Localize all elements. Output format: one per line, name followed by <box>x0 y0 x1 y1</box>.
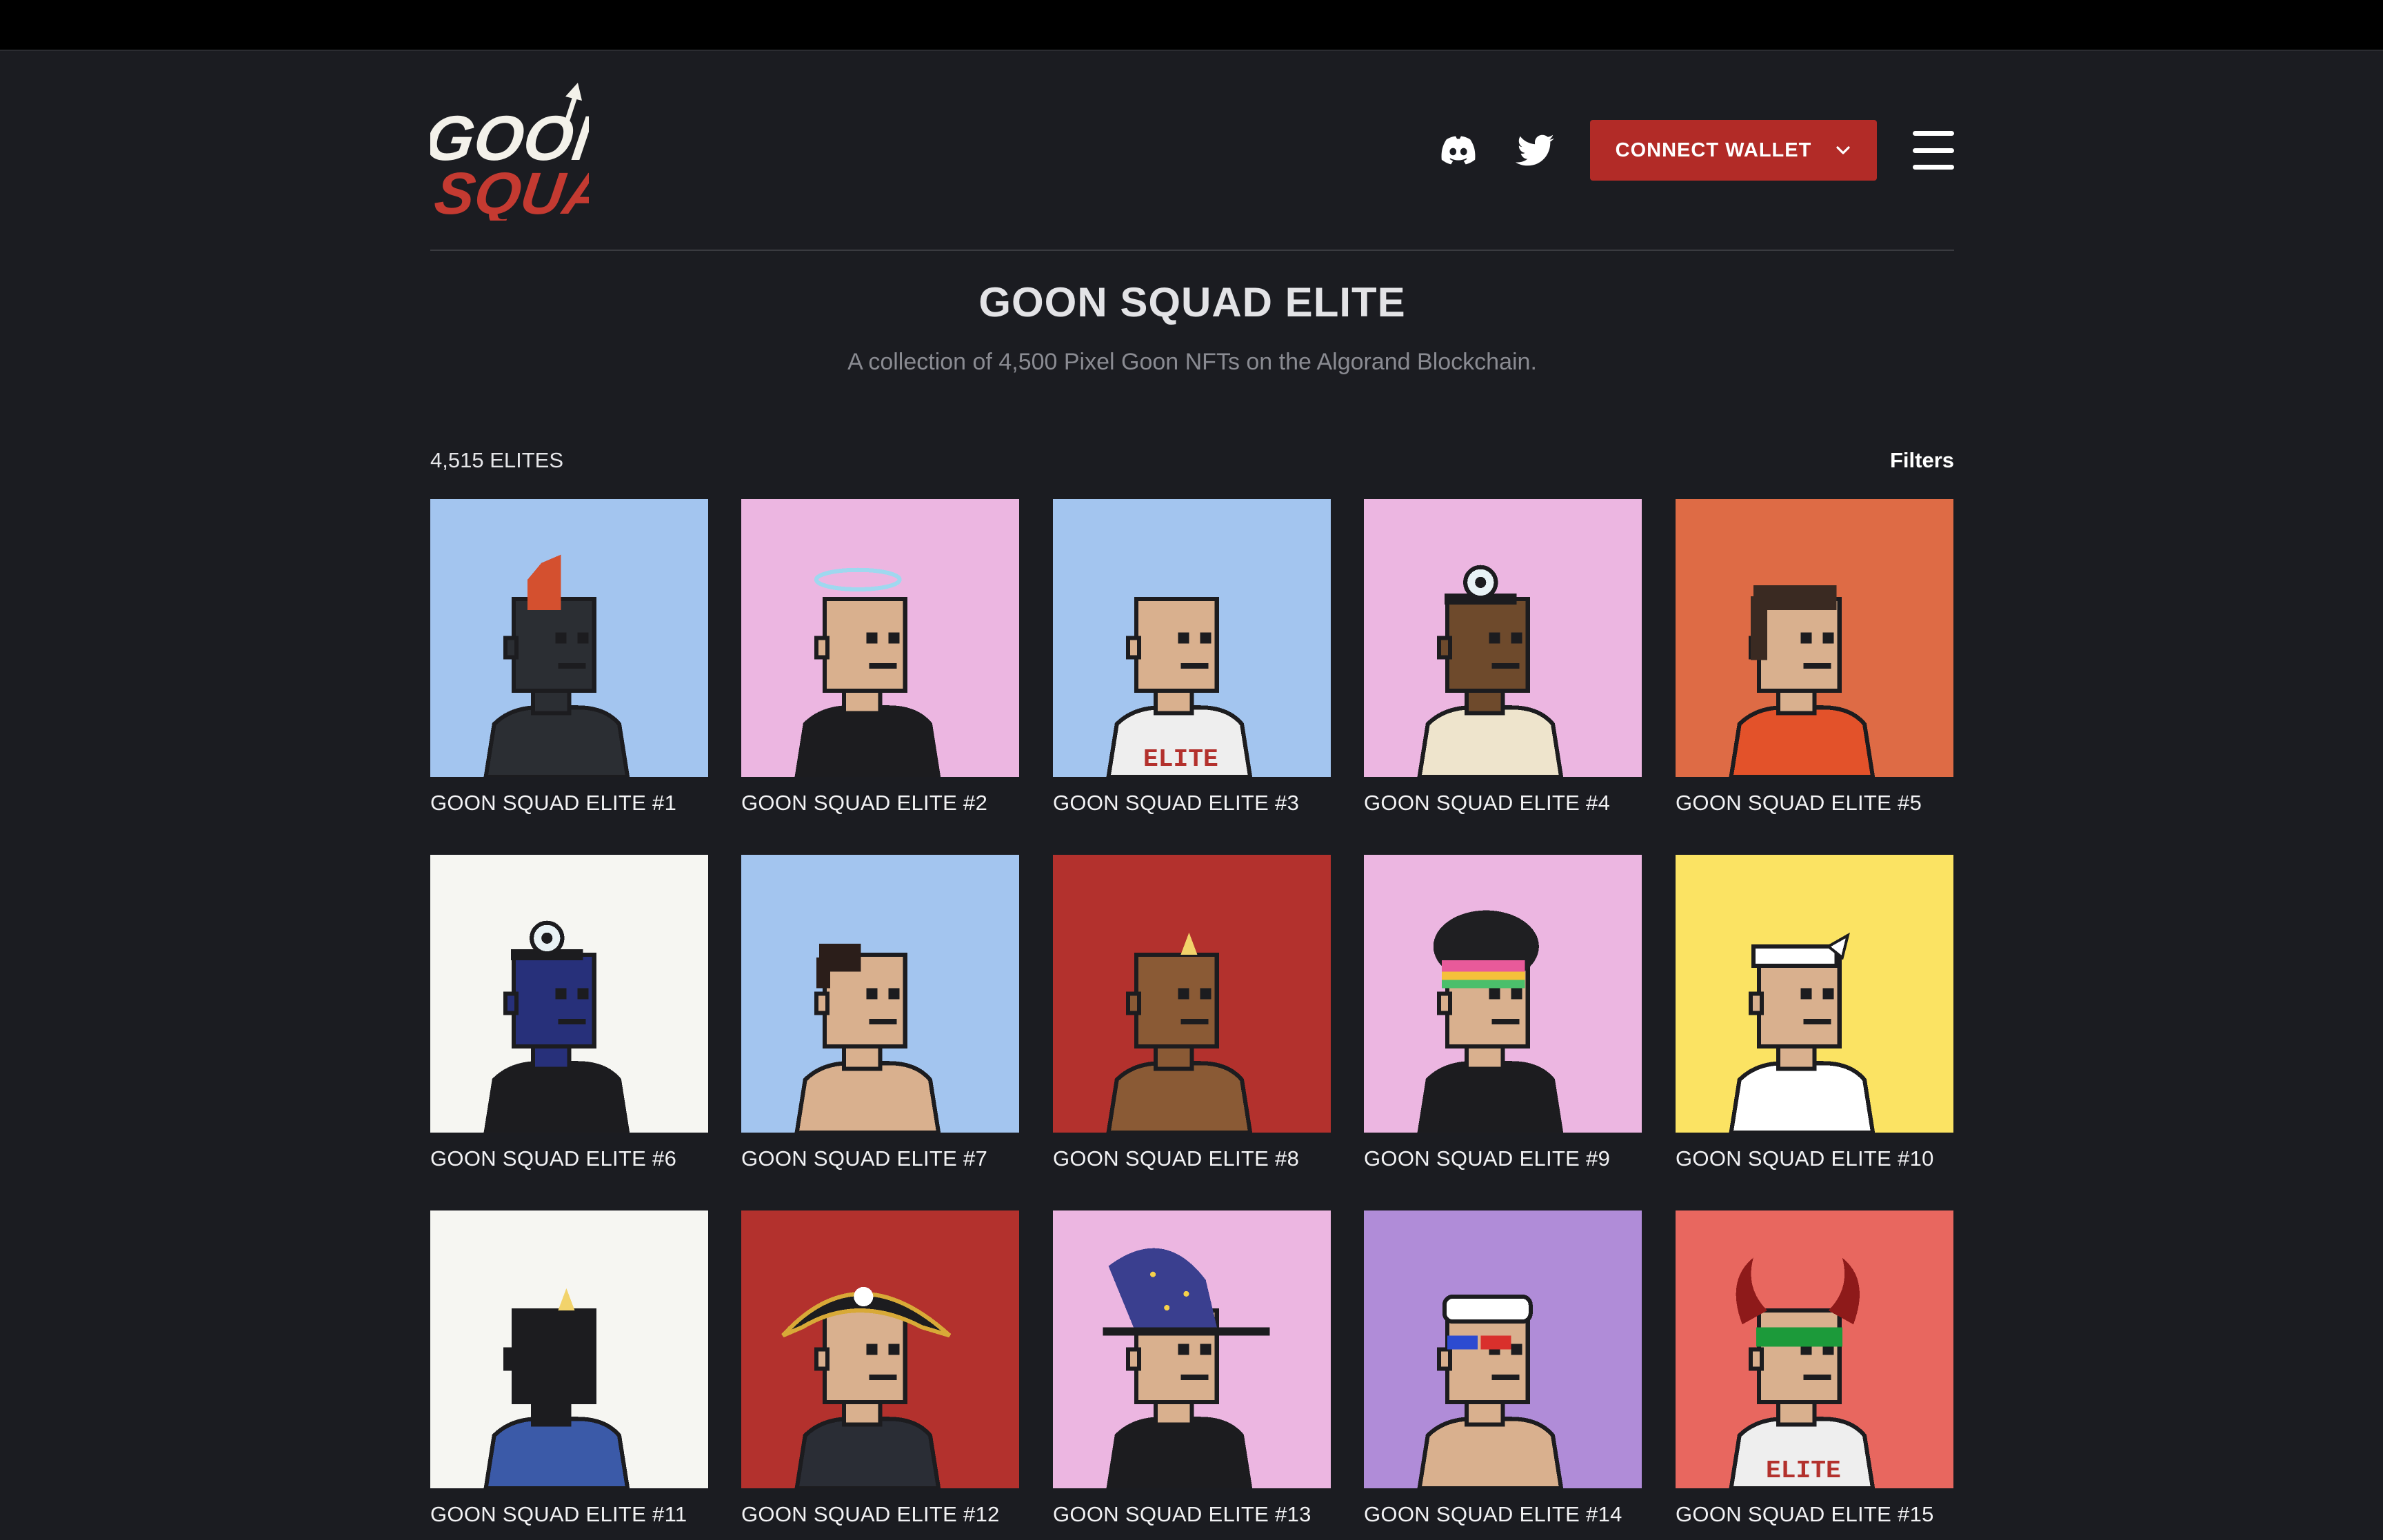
nft-card[interactable]: GOON SQUAD ELITE #10 <box>1676 855 1953 1171</box>
nft-card[interactable]: GOON SQUAD ELITE #11 <box>430 1210 708 1527</box>
nft-name: GOON SQUAD ELITE #12 <box>741 1502 1000 1526</box>
connect-wallet-label: CONNECT WALLET <box>1615 139 1812 161</box>
nft-name: GOON SQUAD ELITE #1 <box>430 791 677 815</box>
nft-image[interactable] <box>430 499 708 777</box>
nft-name: GOON SQUAD ELITE #13 <box>1053 1502 1311 1526</box>
nft-name: GOON SQUAD ELITE #3 <box>1053 791 1300 815</box>
nft-name: GOON SQUAD ELITE #4 <box>1364 791 1611 815</box>
nft-name: GOON SQUAD ELITE #14 <box>1364 1502 1622 1526</box>
nft-image[interactable] <box>430 855 708 1133</box>
nft-name: GOON SQUAD ELITE #2 <box>741 791 988 815</box>
nft-image[interactable] <box>741 499 1019 777</box>
nft-name: GOON SQUAD ELITE #11 <box>430 1502 687 1526</box>
site-header: GOON SQUAD CONNECT WALLET <box>430 51 1954 251</box>
header-actions: CONNECT WALLET <box>1436 120 1954 181</box>
nft-image[interactable] <box>1364 855 1642 1133</box>
nft-card[interactable]: GOON SQUAD ELITE #12 <box>741 1210 1019 1527</box>
logo-word-bottom: SQUAD <box>431 161 589 221</box>
discord-icon <box>1441 136 1476 165</box>
nft-image[interactable] <box>430 1210 708 1488</box>
collection-toolbar: 4,515 ELITES Filters <box>430 441 1954 483</box>
nft-name: GOON SQUAD ELITE #5 <box>1676 791 1922 815</box>
nft-name: GOON SQUAD ELITE #6 <box>430 1146 677 1171</box>
nft-image[interactable] <box>741 855 1019 1133</box>
browser-top-bar <box>0 0 2383 51</box>
nft-name: GOON SQUAD ELITE #10 <box>1676 1146 1934 1171</box>
nft-image[interactable] <box>1676 499 1953 777</box>
goon-squad-logo[interactable]: GOON SQUAD <box>430 83 589 221</box>
nft-image[interactable] <box>741 1210 1019 1488</box>
twitter-link[interactable] <box>1513 128 1558 173</box>
nft-image[interactable] <box>1053 855 1331 1133</box>
svg-text:ELITE: ELITE <box>1143 745 1218 773</box>
nft-card[interactable]: GOON SQUAD ELITE #13 <box>1053 1210 1331 1527</box>
nft-image[interactable]: ELITE <box>1053 499 1331 777</box>
discord-link[interactable] <box>1436 128 1481 173</box>
connect-wallet-button[interactable]: CONNECT WALLET <box>1590 120 1877 181</box>
page-container: GOON SQUAD CONNECT WALLET GOON SQUAD ELI… <box>430 51 1954 1526</box>
nft-image[interactable] <box>1053 1210 1331 1488</box>
nft-card[interactable]: GOON SQUAD ELITE #9 <box>1364 855 1642 1171</box>
nft-image[interactable] <box>1364 1210 1642 1488</box>
nft-name: GOON SQUAD ELITE #8 <box>1053 1146 1300 1171</box>
nft-card[interactable]: GOON SQUAD ELITE #1 <box>430 499 708 815</box>
page-subtitle: A collection of 4,500 Pixel Goon NFTs on… <box>847 349 1537 375</box>
nft-card[interactable]: GOON SQUAD ELITE #5 <box>1676 499 1953 815</box>
svg-text:ELITE: ELITE <box>1766 1457 1841 1485</box>
page-title: GOON SQUAD ELITE <box>978 279 1406 325</box>
filters-button[interactable]: Filters <box>1890 448 1954 473</box>
nft-image[interactable] <box>1676 855 1953 1133</box>
nft-card[interactable]: GOON SQUAD ELITE #14 <box>1364 1210 1642 1527</box>
nft-name: GOON SQUAD ELITE #7 <box>741 1146 988 1171</box>
elite-count: 4,515 ELITES <box>430 448 564 472</box>
nft-card[interactable]: ELITE GOON SQUAD ELITE #15 <box>1676 1210 1953 1527</box>
nft-card[interactable]: GOON SQUAD ELITE #7 <box>741 855 1019 1171</box>
nft-card[interactable]: ELITE GOON SQUAD ELITE #3 <box>1053 499 1331 815</box>
nft-card[interactable]: GOON SQUAD ELITE #2 <box>741 499 1019 815</box>
chevron-down-icon <box>1836 146 1850 154</box>
twitter-icon <box>1515 134 1555 166</box>
nft-image[interactable] <box>1364 499 1642 777</box>
nft-card[interactable]: GOON SQUAD ELITE #8 <box>1053 855 1331 1171</box>
hamburger-menu-icon[interactable] <box>1913 131 1954 170</box>
nft-card[interactable]: GOON SQUAD ELITE #6 <box>430 855 708 1171</box>
nft-card[interactable]: GOON SQUAD ELITE #4 <box>1364 499 1642 815</box>
nft-image[interactable]: ELITE <box>1676 1210 1953 1488</box>
nft-name: GOON SQUAD ELITE #15 <box>1676 1502 1934 1526</box>
nft-name: GOON SQUAD ELITE #9 <box>1364 1146 1611 1171</box>
